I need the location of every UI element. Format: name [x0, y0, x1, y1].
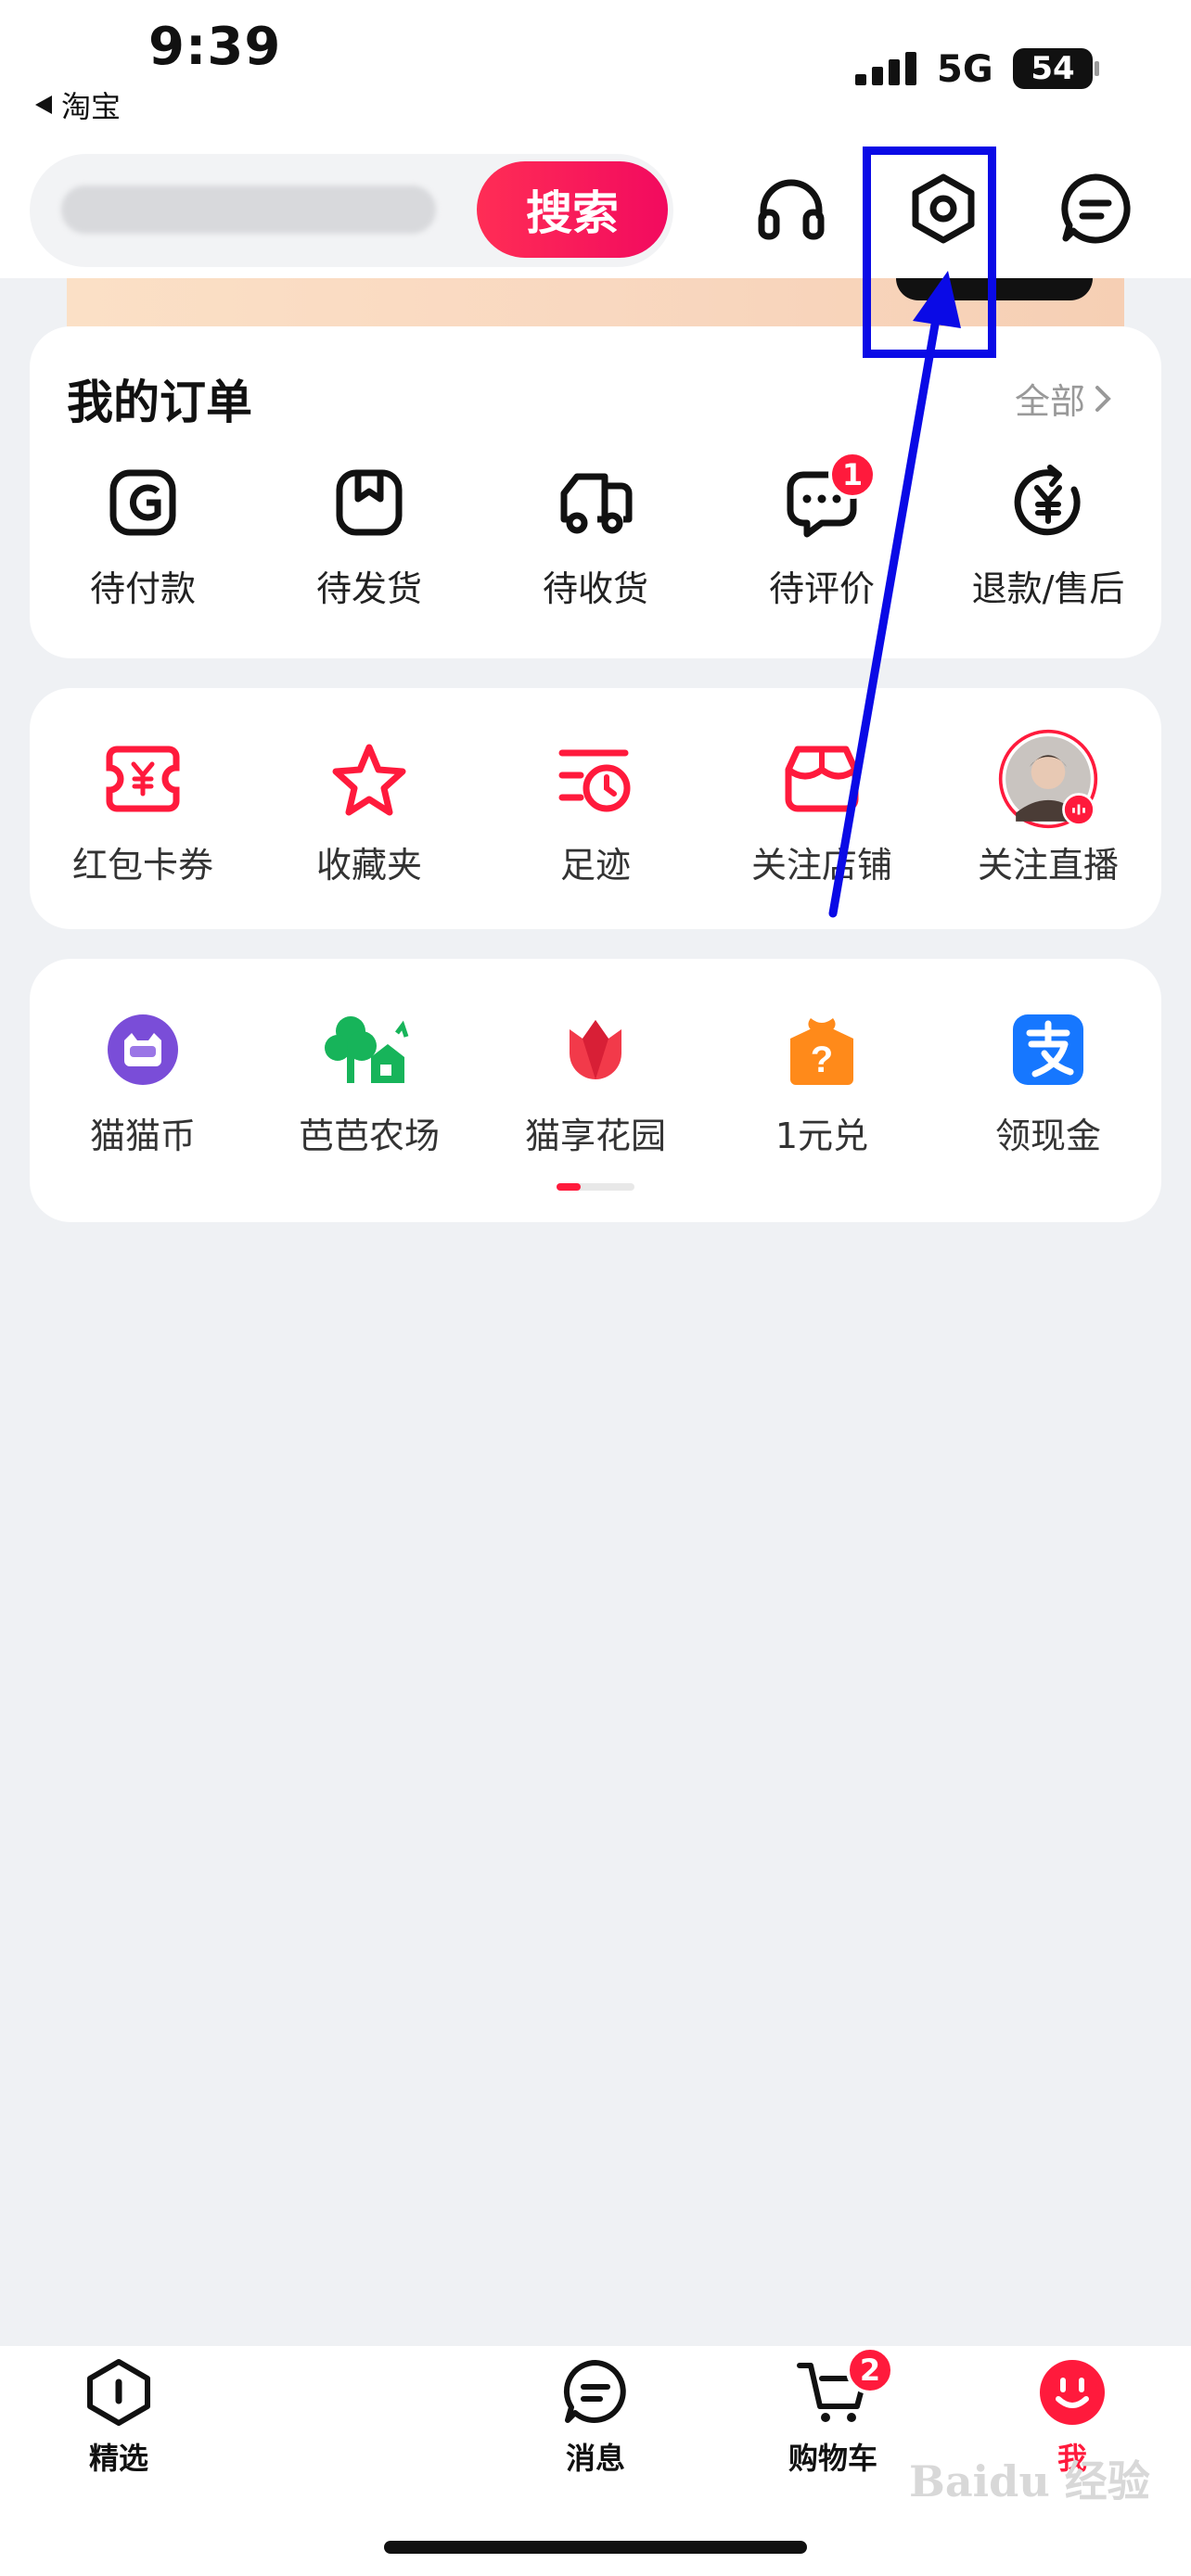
- tab-cart[interactable]: 2 购物车: [759, 2346, 907, 2478]
- svg-text:?: ?: [811, 1039, 833, 1080]
- service-cat-coin[interactable]: 猫猫币: [30, 1003, 256, 1158]
- annotation-arrow: [828, 271, 961, 918]
- tab-label: 精选: [88, 2441, 148, 2476]
- services-row: 猫猫币 芭芭农场 猫享花园 ? 1元兑 领现金: [30, 1003, 1161, 1158]
- cart-count-badge: 2: [846, 2346, 894, 2394]
- service-cat-garden[interactable]: 猫享花园: [482, 1003, 709, 1158]
- home-indicator[interactable]: [384, 2541, 807, 2554]
- baidu-watermark: Baidu 经验: [909, 2456, 1150, 2506]
- tab-messages[interactable]: 消息: [521, 2355, 670, 2478]
- service-one-yuan-exchange[interactable]: ? 1元兑: [709, 1003, 935, 1158]
- service-item-label: 猫享花园: [524, 1116, 666, 1156]
- service-item-label: 领现金: [994, 1116, 1101, 1156]
- service-item-label: 芭芭农场: [298, 1116, 440, 1156]
- me-face-icon: [1035, 2355, 1109, 2429]
- home-featured-icon: [82, 2355, 156, 2429]
- tab-featured[interactable]: 精选: [45, 2355, 193, 2478]
- message-bubble-icon: [558, 2355, 633, 2429]
- service-item-label: 1元兑: [775, 1116, 869, 1156]
- services-page-indicator-active: [557, 1183, 581, 1191]
- tab-label: 消息: [565, 2441, 625, 2476]
- service-baba-farm[interactable]: 芭芭农场: [256, 1003, 482, 1158]
- service-item-label: 猫猫币: [89, 1116, 196, 1156]
- tab-label: 购物车: [788, 2441, 877, 2476]
- cart-icon: 2: [796, 2346, 894, 2429]
- service-get-cash[interactable]: 领现金: [935, 1003, 1161, 1158]
